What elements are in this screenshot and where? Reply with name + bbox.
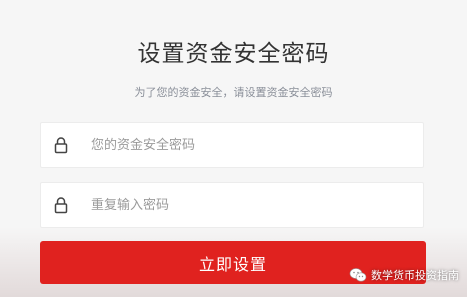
password-field[interactable] xyxy=(40,122,424,168)
page-title: 设置资金安全密码 xyxy=(137,41,330,67)
password-input[interactable] xyxy=(91,123,423,167)
confirm-password-input[interactable] xyxy=(91,183,423,227)
watermark: 数学货币投资指南 xyxy=(349,267,459,283)
wechat-icon xyxy=(349,268,367,282)
lock-icon xyxy=(54,197,68,214)
confirm-password-field[interactable] xyxy=(40,182,424,228)
lock-icon xyxy=(54,137,68,154)
watermark-text: 数学货币投资指南 xyxy=(371,269,459,282)
page-subtitle: 为了您的资金安全，请设置资金安全密码 xyxy=(134,86,333,99)
